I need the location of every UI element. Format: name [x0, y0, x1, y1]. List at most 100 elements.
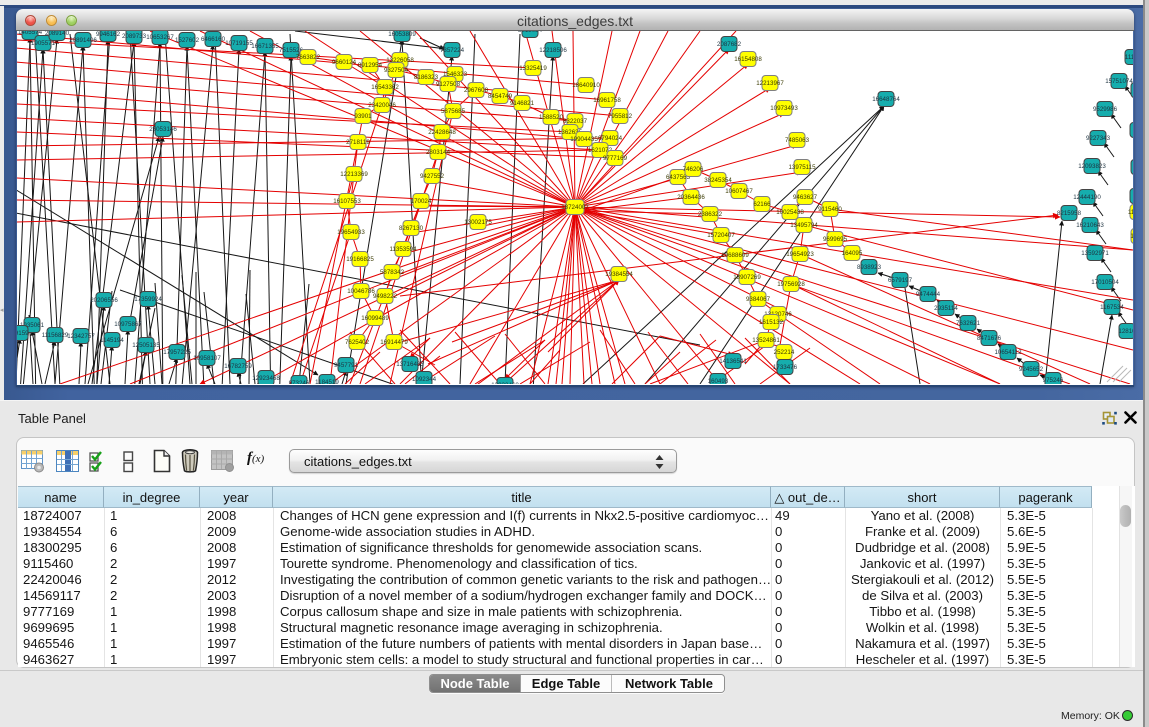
svg-text:9463627: 9463627	[793, 194, 818, 201]
svg-text:22428648: 22428648	[428, 129, 456, 136]
svg-text:9946162: 9946162	[96, 31, 121, 38]
svg-text:13495794: 13495794	[790, 222, 818, 229]
svg-text:9457791: 9457791	[334, 362, 359, 369]
svg-text:19654933: 19654933	[337, 229, 365, 236]
svg-text:16107553: 16107553	[333, 198, 361, 205]
svg-text:7632621: 7632621	[956, 320, 981, 327]
svg-text:8215958: 8215958	[1057, 210, 1082, 217]
svg-text:10046786: 10046786	[347, 288, 375, 295]
svg-text:8938923: 8938923	[857, 264, 882, 271]
svg-text:9699695: 9699695	[823, 236, 848, 243]
svg-text:93901: 93901	[354, 113, 372, 120]
svg-text:16543362: 16543362	[371, 84, 399, 91]
svg-text:9115460: 9115460	[818, 206, 842, 213]
svg-text:16961758: 16961758	[593, 97, 621, 104]
svg-text:2089140: 2089140	[45, 31, 70, 37]
svg-text:8186323: 8186323	[414, 74, 439, 81]
svg-text:975246: 975246	[1043, 377, 1064, 384]
svg-text:6579197: 6579197	[888, 277, 913, 284]
svg-text:11353594: 11353594	[389, 246, 417, 253]
svg-text:746206: 746206	[683, 166, 704, 173]
svg-text:170024: 170024	[411, 198, 432, 205]
svg-text:9777169: 9777169	[603, 155, 628, 162]
svg-text:20364436: 20364436	[677, 194, 705, 201]
svg-text:12923468: 12923468	[252, 375, 280, 382]
svg-text:16099489: 16099489	[361, 315, 389, 322]
svg-text:5878342: 5878342	[380, 269, 405, 276]
svg-text:5875685: 5875685	[441, 108, 466, 115]
svg-text:12810: 12810	[1118, 328, 1133, 335]
svg-text:62166: 62166	[753, 201, 771, 208]
svg-text:116262: 116262	[1128, 209, 1133, 216]
svg-text:19654923: 19654923	[786, 251, 814, 258]
svg-text:9529986: 9529986	[1093, 106, 1118, 113]
svg-text:13325419: 13325419	[519, 65, 547, 72]
svg-text:13923468: 13923468	[491, 382, 519, 384]
svg-text:9427552: 9427552	[420, 173, 445, 180]
svg-text:13975115: 13975115	[788, 164, 816, 171]
svg-text:23420046: 23420046	[368, 102, 396, 109]
svg-text:16053809: 16053809	[388, 31, 416, 38]
svg-text:1615132: 1615132	[759, 319, 784, 326]
svg-text:10607467: 10607467	[725, 188, 753, 195]
svg-text:13716485: 13716485	[396, 361, 424, 368]
svg-text:1588520: 1588520	[539, 114, 564, 121]
svg-text:19384554: 19384554	[605, 271, 633, 278]
svg-text:8813054: 8813054	[518, 31, 543, 34]
svg-text:12505135: 12505135	[132, 342, 160, 349]
svg-text:1145194: 1145194	[100, 337, 124, 344]
svg-text:7955812: 7955812	[608, 113, 633, 120]
svg-text:973246: 973246	[289, 380, 310, 384]
svg-text:6466160: 6466160	[201, 36, 226, 43]
svg-text:9384067: 9384067	[746, 296, 771, 303]
svg-text:16914479: 16914479	[380, 339, 408, 346]
svg-text:13002175: 13002175	[464, 219, 492, 226]
svg-text:1184519: 1184519	[315, 379, 339, 384]
svg-text:20206556: 20206556	[90, 297, 118, 304]
svg-text:7663822: 7663822	[296, 54, 321, 61]
svg-text:16210643: 16210643	[1076, 222, 1104, 229]
svg-text:7485063: 7485063	[785, 137, 810, 144]
svg-text:12444190: 12444190	[1073, 194, 1101, 201]
svg-text:9127508: 9127508	[436, 81, 461, 88]
svg-text:11156829: 11156829	[42, 332, 69, 339]
svg-text:1167534: 1167534	[1100, 304, 1124, 311]
svg-text:7357224: 7357224	[440, 47, 465, 54]
svg-text:38245354: 38245354	[704, 177, 732, 184]
svg-text:10719155: 10719155	[225, 40, 253, 47]
svg-text:16782759: 16782759	[224, 363, 252, 370]
svg-text:9327504: 9327504	[384, 67, 409, 74]
svg-text:2803144: 2803144	[426, 149, 451, 156]
svg-text:12218506: 12218506	[539, 47, 567, 54]
svg-text:9245652: 9245652	[1019, 366, 1044, 373]
svg-text:39159: 39159	[17, 330, 29, 337]
svg-text:19756928: 19756928	[777, 281, 805, 288]
svg-text:10973493: 10973493	[770, 105, 798, 112]
svg-text:11121: 11121	[1125, 54, 1133, 61]
svg-text:8267130: 8267130	[399, 225, 424, 232]
svg-text:19166825: 19166825	[346, 256, 374, 263]
svg-text:9474444: 9474444	[916, 291, 941, 298]
svg-text:26053146: 26053146	[149, 126, 177, 133]
svg-text:9660124: 9660124	[332, 59, 357, 66]
svg-text:12213967: 12213967	[756, 80, 784, 87]
svg-text:15720407: 15720407	[707, 232, 735, 239]
svg-text:15751074: 15751074	[1105, 78, 1133, 85]
svg-text:10025438: 10025438	[776, 209, 804, 216]
svg-text:16154808: 16154808	[734, 56, 762, 63]
svg-text:2718119: 2718119	[346, 139, 370, 146]
svg-text:14136541: 14136541	[719, 358, 747, 365]
svg-text:7625402: 7625402	[345, 339, 370, 346]
svg-text:9498222: 9498222	[373, 293, 398, 300]
svg-text:18724007: 18724007	[561, 204, 589, 211]
svg-text:8912954: 8912954	[358, 62, 383, 69]
svg-text:12342757: 12342757	[67, 333, 95, 340]
svg-text:10654112: 10654112	[994, 349, 1022, 356]
svg-text:19904: 19904	[1130, 233, 1133, 240]
svg-text:2087682: 2087682	[717, 41, 742, 48]
svg-text:17010504: 17010504	[1091, 279, 1119, 286]
svg-text:20891406: 20891406	[69, 37, 97, 44]
svg-text:16648764: 16648764	[872, 96, 900, 103]
svg-text:1905571: 1905571	[31, 40, 56, 47]
svg-text:252214: 252214	[774, 349, 795, 356]
